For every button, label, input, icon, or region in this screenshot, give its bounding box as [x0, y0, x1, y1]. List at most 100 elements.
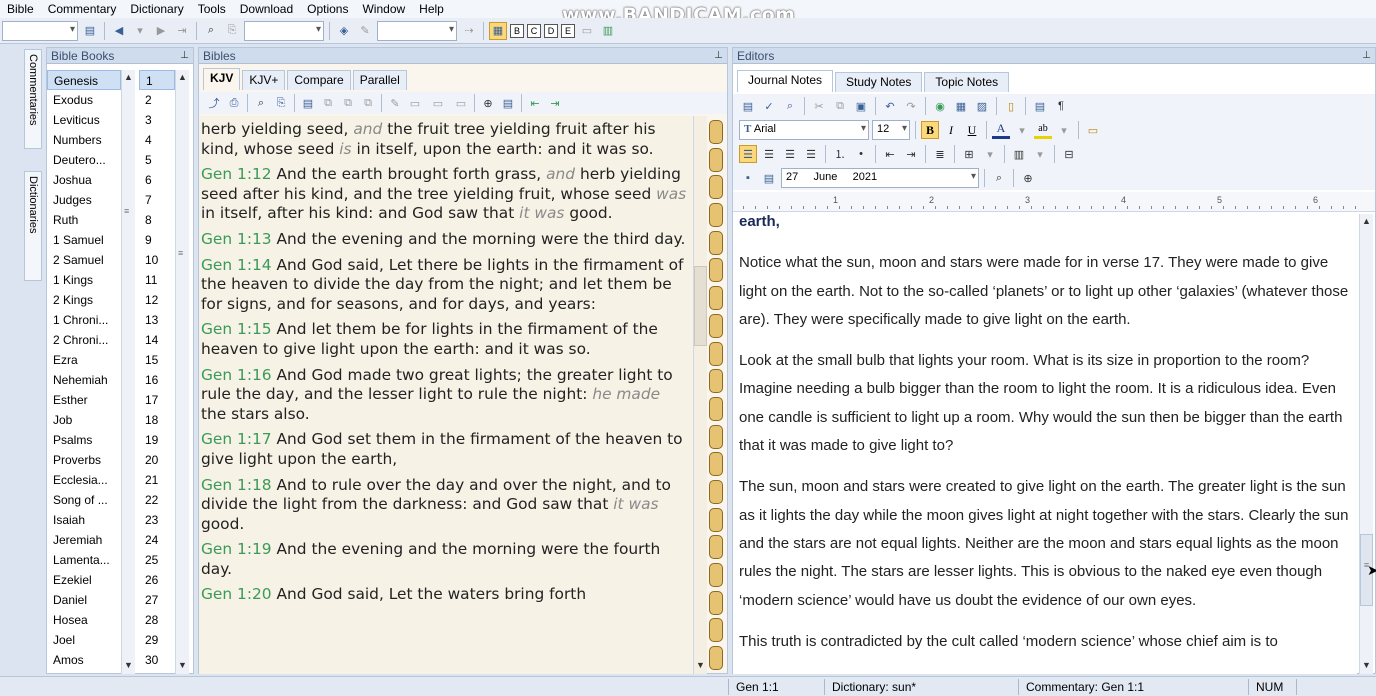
- cut-icon[interactable]: ✂: [810, 97, 828, 115]
- tab-compare[interactable]: Compare: [287, 70, 351, 90]
- tab-kjv[interactable]: KJV: [203, 68, 241, 90]
- chapter-list-item[interactable]: 16: [139, 370, 175, 390]
- bookmark-ribbon-link[interactable]: [709, 618, 723, 643]
- italic-button[interactable]: I: [942, 121, 960, 139]
- book-list-item[interactable]: 2 Kings: [47, 290, 121, 310]
- book-list-item[interactable]: Hosea: [47, 610, 121, 630]
- paragraph-format-icon[interactable]: ≣: [931, 145, 949, 163]
- verse-reference[interactable]: Gen 1:15: [201, 320, 272, 338]
- scroll-down-icon[interactable]: ▼: [1360, 658, 1373, 672]
- underline-button[interactable]: U: [963, 121, 981, 139]
- chapter-list-item[interactable]: 24: [139, 530, 175, 550]
- bookmark-ribbon-link[interactable]: [709, 369, 723, 394]
- scroll-thumb[interactable]: [694, 266, 707, 346]
- compare-icon[interactable]: ⧉: [359, 94, 377, 112]
- chapter-list-item[interactable]: 19: [139, 430, 175, 450]
- menu-item-commentary[interactable]: Commentary: [41, 2, 124, 16]
- back-dropdown-icon[interactable]: ▾: [131, 22, 149, 40]
- paste-icon[interactable]: ▣: [852, 97, 870, 115]
- book-list-item[interactable]: Leviticus: [47, 110, 121, 130]
- book-list-item[interactable]: 1 Samuel: [47, 230, 121, 250]
- book-list-item[interactable]: Exodus: [47, 90, 121, 110]
- scroll-down-icon[interactable]: ▼: [122, 658, 135, 672]
- new-icon[interactable]: ▤: [739, 97, 757, 115]
- tab-parallel[interactable]: Parallel: [352, 70, 407, 90]
- chapter-list-item[interactable]: 21: [139, 470, 175, 490]
- book-list-scrollbar[interactable]: ▲ ≡ ▼: [121, 70, 135, 674]
- book-list-item[interactable]: Joshua: [47, 170, 121, 190]
- go-icon[interactable]: ⇢: [460, 22, 478, 40]
- journal-editor[interactable]: earth, Notice what the sun, moon and star…: [733, 214, 1357, 674]
- highlight-icon[interactable]: ✎: [356, 22, 374, 40]
- zoom-icon[interactable]: ⊕: [1019, 169, 1037, 187]
- verse-reference[interactable]: Gen 1:16: [201, 366, 272, 384]
- editor-scrollbar[interactable]: ▲ ≡ ▼: [1359, 214, 1373, 674]
- bookmark-ribbon-link[interactable]: [709, 203, 723, 228]
- chapter-list-item[interactable]: 28: [139, 610, 175, 630]
- align-right-icon[interactable]: ☰: [781, 145, 799, 163]
- font-color-dropdown-icon[interactable]: ▾: [1013, 121, 1031, 139]
- bookmark-ribbon-link[interactable]: [709, 424, 723, 449]
- book-list-item[interactable]: Nehemiah: [47, 370, 121, 390]
- align-left-icon[interactable]: ☰: [739, 145, 757, 163]
- bookmark-ribbon-link[interactable]: [709, 396, 723, 421]
- bookmark-ribbon-link[interactable]: [709, 175, 723, 200]
- tab-journal-notes[interactable]: Journal Notes: [737, 70, 834, 92]
- scroll-down-icon[interactable]: ▼: [176, 658, 189, 672]
- book-list-item[interactable]: Esther: [47, 390, 121, 410]
- scroll-grip-icon[interactable]: ≡: [124, 206, 129, 216]
- menu-item-dictionary[interactable]: Dictionary: [123, 2, 190, 16]
- book-list-item[interactable]: 2 Chroni...: [47, 330, 121, 350]
- bookmark-ribbon-link[interactable]: [709, 535, 723, 560]
- columns-icon[interactable]: ▥: [1010, 145, 1028, 163]
- copy-icon[interactable]: ⧉: [319, 94, 337, 112]
- numbered-list-icon[interactable]: ⒈: [831, 145, 849, 163]
- chapter-list-item[interactable]: 20: [139, 450, 175, 470]
- verse-reference[interactable]: Gen 1:17: [201, 430, 272, 448]
- verse-reference[interactable]: Gen 1:18: [201, 476, 272, 494]
- forward-arrow-icon[interactable]: ▶: [152, 22, 170, 40]
- pin-icon[interactable]: ⊥: [1362, 48, 1371, 64]
- chapter-list-item[interactable]: 8: [139, 210, 175, 230]
- chapter-list-item[interactable]: 10: [139, 250, 175, 270]
- book-list-item[interactable]: Job: [47, 410, 121, 430]
- chapter-list-item[interactable]: 1: [139, 70, 175, 90]
- paragraph-mark-icon[interactable]: ¶: [1052, 97, 1070, 115]
- chapter-list-item[interactable]: 29: [139, 630, 175, 650]
- book-list-item[interactable]: Proverbs: [47, 450, 121, 470]
- bookmark-ribbon-link[interactable]: [709, 646, 723, 671]
- search-option-icon[interactable]: ⎘: [223, 22, 241, 40]
- chapter-list-item[interactable]: 2: [139, 90, 175, 110]
- copy-verse-icon[interactable]: ⧉: [339, 94, 357, 112]
- spellcheck-icon[interactable]: ✓: [760, 97, 778, 115]
- editor-panel-icon[interactable]: E: [561, 23, 575, 38]
- tab-study-notes[interactable]: Study Notes: [835, 72, 923, 92]
- search-binoculars-icon[interactable]: ⌕: [990, 169, 1008, 187]
- bookmark-ribbon-link[interactable]: [709, 230, 723, 255]
- bookmark-ribbon-link[interactable]: [709, 507, 723, 532]
- bookmark-ribbon-link[interactable]: [709, 286, 723, 311]
- chapter-list-item[interactable]: 6: [139, 170, 175, 190]
- font-family-select[interactable]: T Arial: [739, 120, 869, 140]
- chapter-list-item[interactable]: 13: [139, 310, 175, 330]
- book-list-item[interactable]: Isaiah: [47, 510, 121, 530]
- book-icon[interactable]: ▤: [81, 22, 99, 40]
- book-list-item[interactable]: Daniel: [47, 590, 121, 610]
- sync-forward-icon[interactable]: ⇥: [546, 94, 564, 112]
- menu-item-download[interactable]: Download: [233, 2, 300, 16]
- bookmark-icon[interactable]: ▭: [406, 94, 424, 112]
- book-list-item[interactable]: Genesis: [47, 70, 121, 90]
- chapter-list-item[interactable]: 3: [139, 110, 175, 130]
- chapter-list-item[interactable]: 14: [139, 330, 175, 350]
- chapter-list-item[interactable]: 7: [139, 190, 175, 210]
- font-color-button[interactable]: A: [992, 121, 1010, 139]
- chapter-list-item[interactable]: 5: [139, 150, 175, 170]
- scroll-down-icon[interactable]: ▼: [694, 658, 707, 672]
- book-list-item[interactable]: 2 Samuel: [47, 250, 121, 270]
- book-list-item[interactable]: 1 Kings: [47, 270, 121, 290]
- verse-reference[interactable]: Gen 1:14: [201, 256, 272, 274]
- link-icon[interactable]: ◉: [931, 97, 949, 115]
- export-icon[interactable]: ⤴: [205, 94, 223, 112]
- copy-icon[interactable]: ⧉: [831, 97, 849, 115]
- panel-icon[interactable]: ▭: [578, 22, 596, 40]
